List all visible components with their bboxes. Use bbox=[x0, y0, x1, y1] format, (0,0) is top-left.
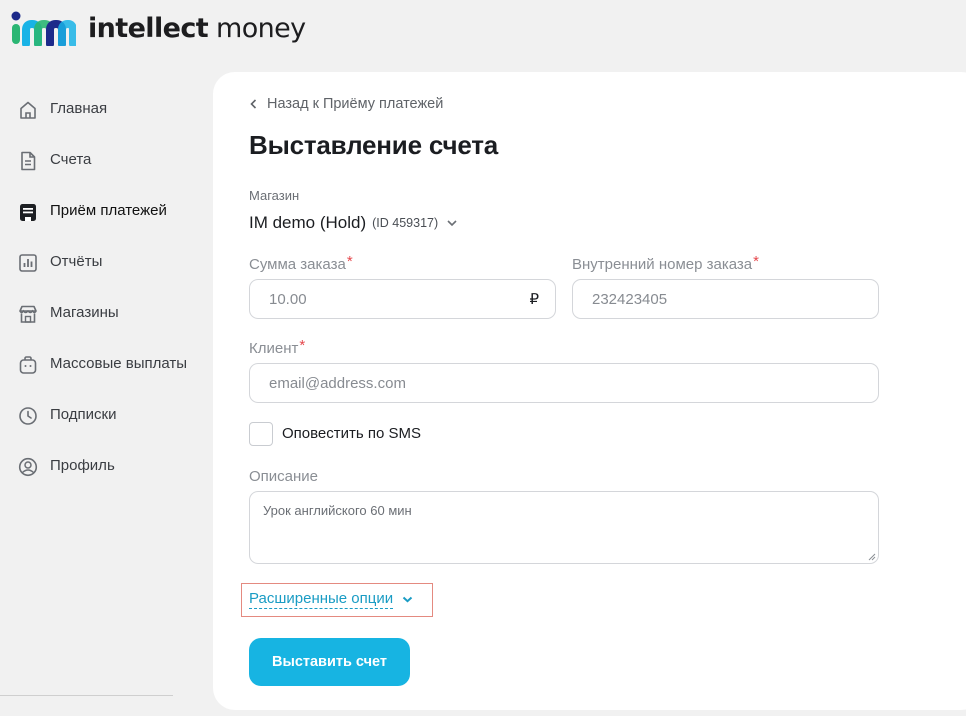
page-title: Выставление счета bbox=[249, 130, 499, 160]
back-link[interactable]: Назад к Приёму платежей bbox=[249, 96, 443, 112]
home-icon bbox=[20, 101, 36, 119]
sidebar-item-reports[interactable]: Отчёты bbox=[0, 242, 200, 282]
sidebar-item-label: Отчёты bbox=[50, 253, 103, 270]
required-mark: * bbox=[346, 253, 353, 270]
sidebar-item-invoices[interactable]: Счета bbox=[0, 140, 200, 180]
sidebar-item-label: Массовые выплаты bbox=[50, 355, 188, 372]
payouts-bag-icon bbox=[19, 356, 37, 374]
resize-grip-icon[interactable] bbox=[866, 551, 876, 561]
logo[interactable]: intellect money bbox=[10, 8, 306, 48]
amount-label: Сумма заказа* bbox=[249, 253, 353, 273]
sidebar-item-mass-payouts[interactable]: Массовые выплаты bbox=[0, 344, 200, 384]
report-chart-icon bbox=[19, 254, 37, 272]
chevron-down-icon bbox=[402, 596, 413, 603]
logo-text: intellect money bbox=[88, 12, 306, 44]
advanced-options-label: Расширенные опции bbox=[249, 590, 394, 609]
shop-name: IM demo (Hold) bbox=[249, 213, 367, 232]
submit-invoice-button[interactable]: Выставить счет bbox=[249, 638, 410, 686]
chevron-left-icon bbox=[250, 99, 257, 109]
sidebar-item-label: Счета bbox=[50, 151, 92, 168]
sidebar-item-payments[interactable]: Приём платежей bbox=[0, 191, 200, 231]
sidebar-item-label: Главная bbox=[50, 100, 108, 117]
amount-input[interactable]: 10.00 ₽ bbox=[249, 279, 556, 319]
sms-checkbox-label[interactable]: Оповестить по SMS bbox=[282, 425, 421, 442]
sms-checkbox[interactable] bbox=[249, 422, 273, 446]
sidebar-item-label: Магазины bbox=[50, 304, 119, 321]
client-email-input[interactable]: email@address.com bbox=[249, 363, 879, 403]
sidebar-item-label: Профиль bbox=[50, 457, 115, 474]
shop-id: (ID 459317) bbox=[372, 216, 439, 230]
sidebar-item-profile[interactable]: Профиль bbox=[0, 446, 200, 486]
required-mark: * bbox=[299, 337, 306, 354]
document-icon bbox=[21, 151, 36, 171]
order-number-label: Внутренний номер заказа* bbox=[572, 253, 759, 273]
chevron-down-icon bbox=[447, 220, 457, 227]
amount-value: 10.00 bbox=[269, 290, 307, 308]
sidebar-item-stores[interactable]: Магазины bbox=[0, 293, 200, 333]
clock-icon bbox=[19, 407, 37, 425]
sidebar-item-label: Подписки bbox=[50, 406, 117, 423]
advanced-options-toggle[interactable]: Расширенные опции bbox=[249, 590, 413, 609]
sidebar-item-subscriptions[interactable]: Подписки bbox=[0, 395, 200, 435]
client-email-placeholder: email@address.com bbox=[269, 374, 406, 392]
order-number-input[interactable]: 232423405 bbox=[572, 279, 879, 319]
currency-symbol: ₽ bbox=[529, 291, 539, 308]
user-icon bbox=[18, 457, 38, 477]
required-mark: * bbox=[753, 253, 759, 270]
sidebar-divider bbox=[0, 695, 173, 696]
store-icon bbox=[19, 305, 37, 323]
client-label: Клиент* bbox=[249, 337, 306, 357]
sidebar-item-home[interactable]: Главная bbox=[0, 89, 200, 129]
sidebar-item-label: Приём платежей bbox=[50, 202, 167, 219]
logo-mark-icon bbox=[11, 11, 76, 46]
description-value: Урок английского 60 мин bbox=[263, 503, 412, 518]
shop-label: Магазин bbox=[249, 188, 300, 203]
back-link-label: Назад к Приёму платежей bbox=[267, 96, 444, 112]
description-label: Описание bbox=[249, 468, 319, 485]
description-textarea[interactable]: Урок английского 60 мин bbox=[249, 491, 879, 564]
payment-terminal-icon bbox=[20, 204, 36, 221]
shop-select[interactable]: IM demo (Hold) (ID 459317) bbox=[249, 213, 458, 233]
order-number-value: 232423405 bbox=[592, 290, 668, 308]
